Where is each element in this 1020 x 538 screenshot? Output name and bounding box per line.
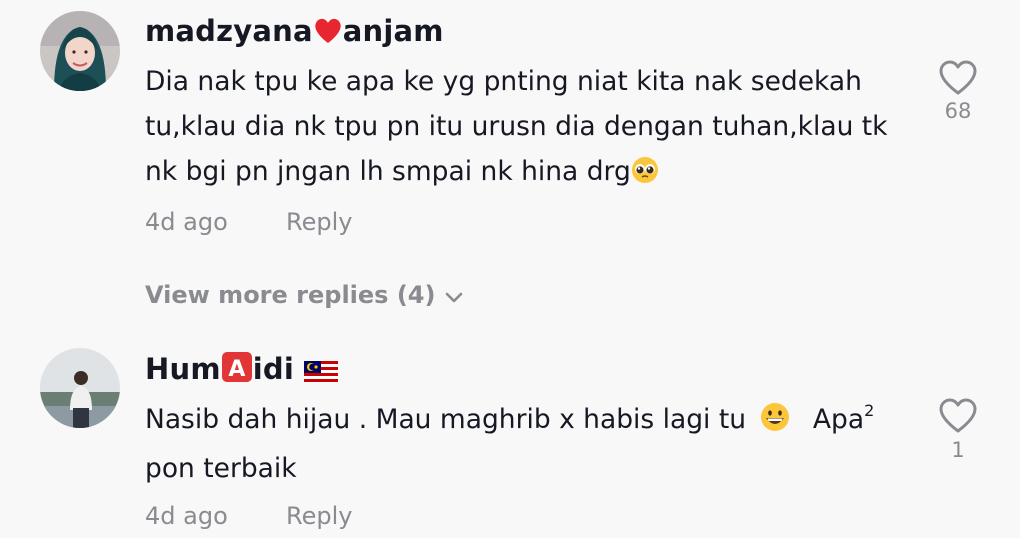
comment-body: Nasib dah hijau . Mau maghrib x habis la…: [145, 404, 747, 435]
heart-icon[interactable]: [938, 60, 978, 96]
comment-text: Nasib dah hijau . Mau maghrib x habis la…: [145, 397, 905, 491]
heart-icon[interactable]: [938, 398, 978, 434]
svg-text:A: A: [228, 357, 245, 382]
comment-username[interactable]: madzyana anjam: [145, 14, 444, 52]
letter-a-badge-icon: A: [221, 351, 253, 390]
comment-body: pon terbaik: [145, 453, 297, 484]
comment-body: Dia nak tpu ke apa ke yg pnting niat kit…: [145, 66, 888, 187]
malaysia-flag-icon: [303, 356, 338, 390]
comment-body: Apa: [812, 404, 865, 435]
reply-button[interactable]: Reply: [286, 502, 352, 530]
avatar[interactable]: [40, 348, 120, 428]
username-text: anjam: [342, 14, 444, 48]
comment-timestamp: 4d ago: [145, 208, 228, 236]
avatar[interactable]: [40, 11, 120, 91]
username-text: madzyana: [145, 14, 313, 48]
red-heart-icon: [313, 17, 343, 52]
view-more-replies-button[interactable]: View more replies (4): [145, 281, 463, 310]
comment-username[interactable]: Hum Aidi: [145, 351, 338, 390]
chevron-down-icon: [445, 282, 463, 310]
reply-button[interactable]: Reply: [286, 208, 352, 236]
view-more-label: View more replies (4): [145, 281, 436, 309]
username-text: idi: [252, 352, 294, 386]
comments-panel: madzyana anjam Dia nak tpu ke apa ke yg p…: [0, 0, 1020, 538]
like-count: 68: [944, 99, 972, 123]
grinning-face-icon: [760, 401, 790, 446]
comment-timestamp: 4d ago: [145, 502, 228, 530]
like-count: 1: [951, 438, 965, 462]
superscript: 2: [864, 401, 875, 420]
comment-text: Dia nak tpu ke apa ke yg pnting niat kit…: [145, 59, 905, 198]
pleading-face-icon: [631, 153, 659, 198]
username-text: Hum: [145, 352, 221, 386]
